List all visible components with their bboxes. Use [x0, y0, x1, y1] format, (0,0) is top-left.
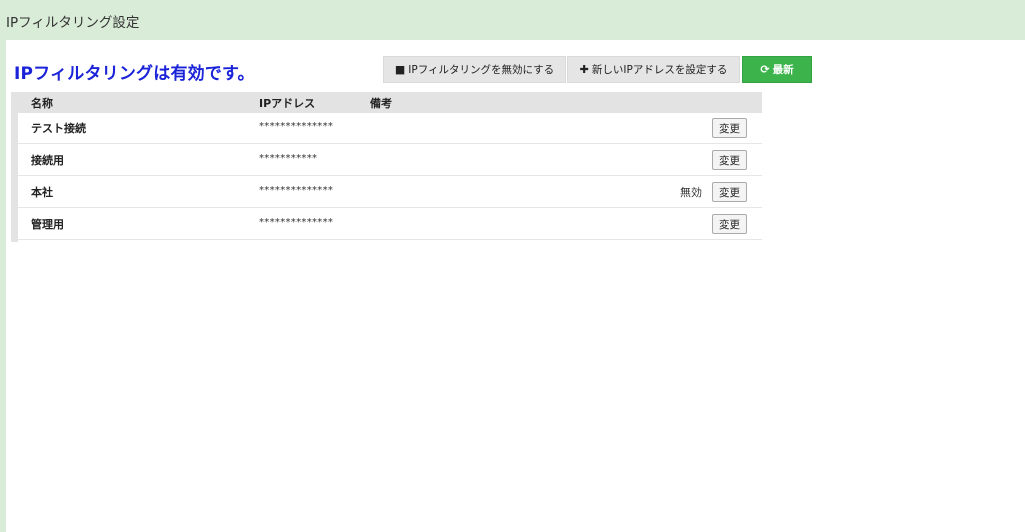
- row-name: 接続用: [31, 154, 64, 167]
- row-name: テスト接続: [31, 122, 86, 135]
- table-left-stripe: [11, 92, 18, 242]
- left-border: [0, 40, 6, 532]
- table-row: 管理用 ************** 変更: [18, 209, 762, 240]
- page-title: IPフィルタリング設定: [6, 15, 140, 31]
- table-row: 本社 ************** 無効 変更: [18, 177, 762, 208]
- row-name: 管理用: [31, 218, 64, 231]
- header-bar: IPフィルタリング設定: [0, 0, 1025, 40]
- stop-square-icon: ■: [394, 63, 406, 76]
- filtering-status-message: IPフィルタリングは有効です。: [14, 64, 255, 84]
- column-header-note: 備考: [370, 97, 392, 110]
- column-header-name: 名称: [31, 97, 53, 110]
- refresh-icon: ⟳: [760, 63, 770, 76]
- edit-button[interactable]: 変更: [712, 214, 747, 234]
- edit-button[interactable]: 変更: [712, 118, 747, 138]
- table-row: 接続用 *********** 変更: [18, 145, 762, 176]
- row-ip: ***********: [259, 153, 318, 164]
- disable-filtering-label: IPフィルタリングを無効にする: [408, 64, 555, 76]
- row-ip: **************: [259, 121, 334, 132]
- add-ip-address-button[interactable]: ✚ 新しいIPアドレスを設定する: [567, 56, 740, 83]
- row-ip: **************: [259, 185, 334, 196]
- row-status: 無効: [680, 186, 702, 199]
- table-header: 名称 IPアドレス 備考: [11, 92, 762, 113]
- row-ip: **************: [259, 217, 334, 228]
- column-header-ip: IPアドレス: [259, 97, 316, 110]
- table-row: テスト接続 ************** 変更: [18, 113, 762, 144]
- refresh-label: 最新: [772, 64, 794, 76]
- disable-filtering-button[interactable]: ■ IPフィルタリングを無効にする: [383, 56, 566, 83]
- plus-icon: ✚: [579, 63, 589, 76]
- add-ip-address-label: 新しいIPアドレスを設定する: [591, 64, 728, 76]
- ip-filter-table: 名称 IPアドレス 備考 テスト接続 ************** 変更 接続用…: [11, 92, 762, 242]
- edit-button[interactable]: 変更: [712, 150, 747, 170]
- refresh-button[interactable]: ⟳ 最新: [742, 56, 812, 83]
- edit-button[interactable]: 変更: [712, 182, 747, 202]
- row-name: 本社: [31, 186, 53, 199]
